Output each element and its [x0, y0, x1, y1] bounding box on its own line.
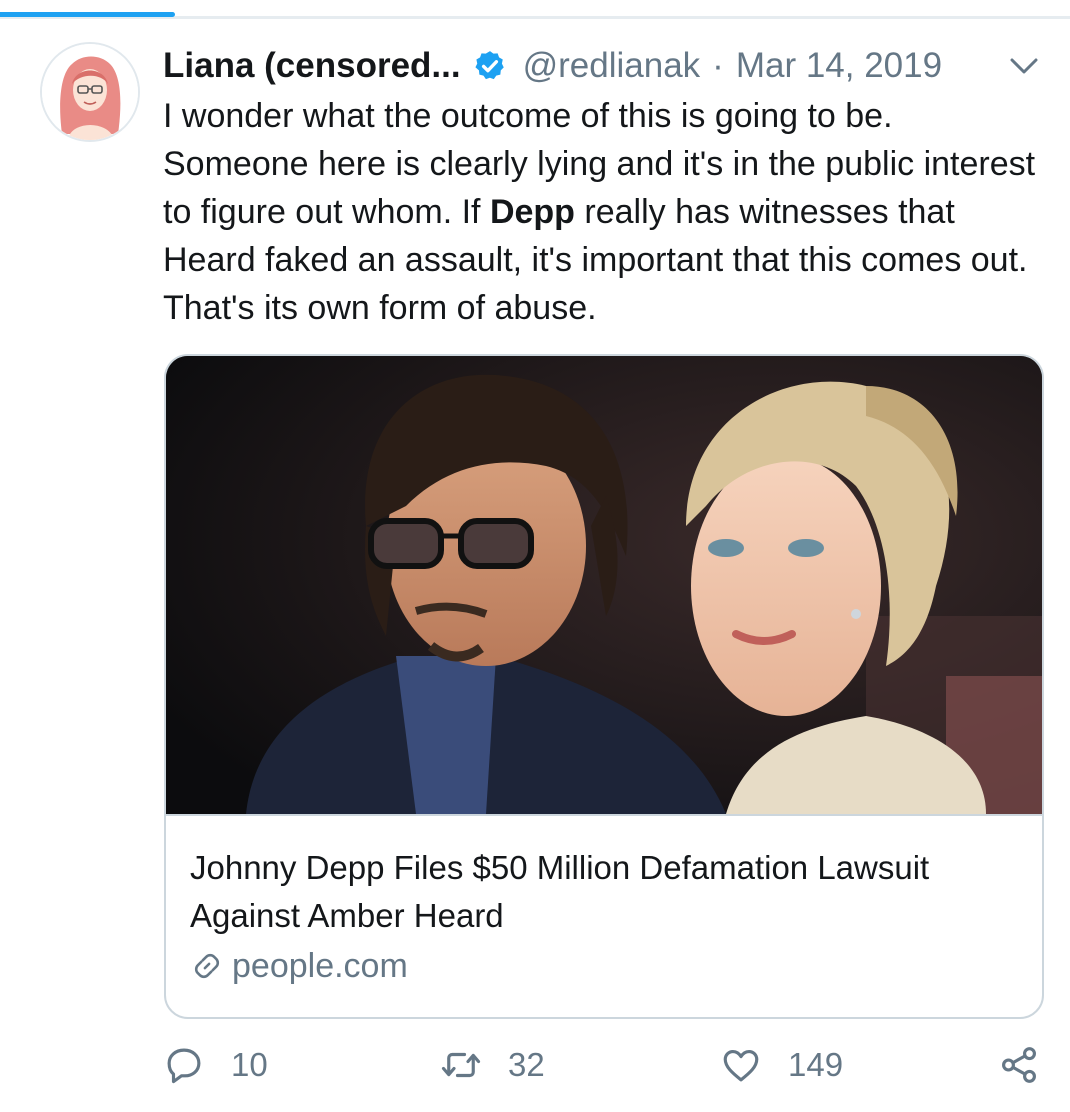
retweet-icon	[441, 1052, 481, 1078]
tweet-text: I wonder what the outcome of this is goi…	[163, 92, 1043, 332]
reply-button[interactable]: 10	[163, 1040, 268, 1090]
verified-badge-icon	[475, 51, 504, 80]
separator-dot: ·	[712, 46, 724, 85]
tab-indicator	[0, 12, 175, 17]
avatar-illustration	[42, 44, 138, 140]
retweet-button[interactable]: 32	[440, 1040, 545, 1090]
share-icon	[1002, 1047, 1036, 1083]
heart-icon	[723, 1049, 759, 1082]
like-button[interactable]: 149	[720, 1040, 843, 1090]
card-domain-text: people.com	[232, 946, 408, 985]
like-count: 149	[788, 1046, 844, 1083]
author-name[interactable]: Liana (censored...	[163, 46, 461, 86]
share-button[interactable]	[998, 1040, 1040, 1090]
link-icon	[194, 953, 220, 979]
card-photo	[166, 356, 1042, 814]
retweet-count: 32	[508, 1046, 545, 1083]
avatar[interactable]	[40, 42, 140, 142]
reply-icon	[167, 1048, 201, 1084]
tweet-date[interactable]: Mar 14, 2019	[736, 46, 942, 86]
action-bar: 10 32 149	[0, 1040, 1070, 1090]
card-domain[interactable]: people.com	[190, 944, 408, 988]
reply-count: 10	[231, 1046, 268, 1083]
card-title[interactable]: Johnny Depp Files $50 Million Defamation…	[190, 844, 1030, 940]
chevron-down-icon[interactable]	[1006, 52, 1042, 80]
tweet-header: Liana (censored... @redlianak · Mar 14, …	[163, 40, 942, 92]
card-image[interactable]	[166, 356, 1042, 816]
tweet-text-bold: Depp	[489, 193, 575, 231]
author-handle[interactable]: @redlianak	[523, 46, 701, 86]
link-preview-card[interactable]: Johnny Depp Files $50 Million Defamation…	[164, 354, 1044, 1019]
